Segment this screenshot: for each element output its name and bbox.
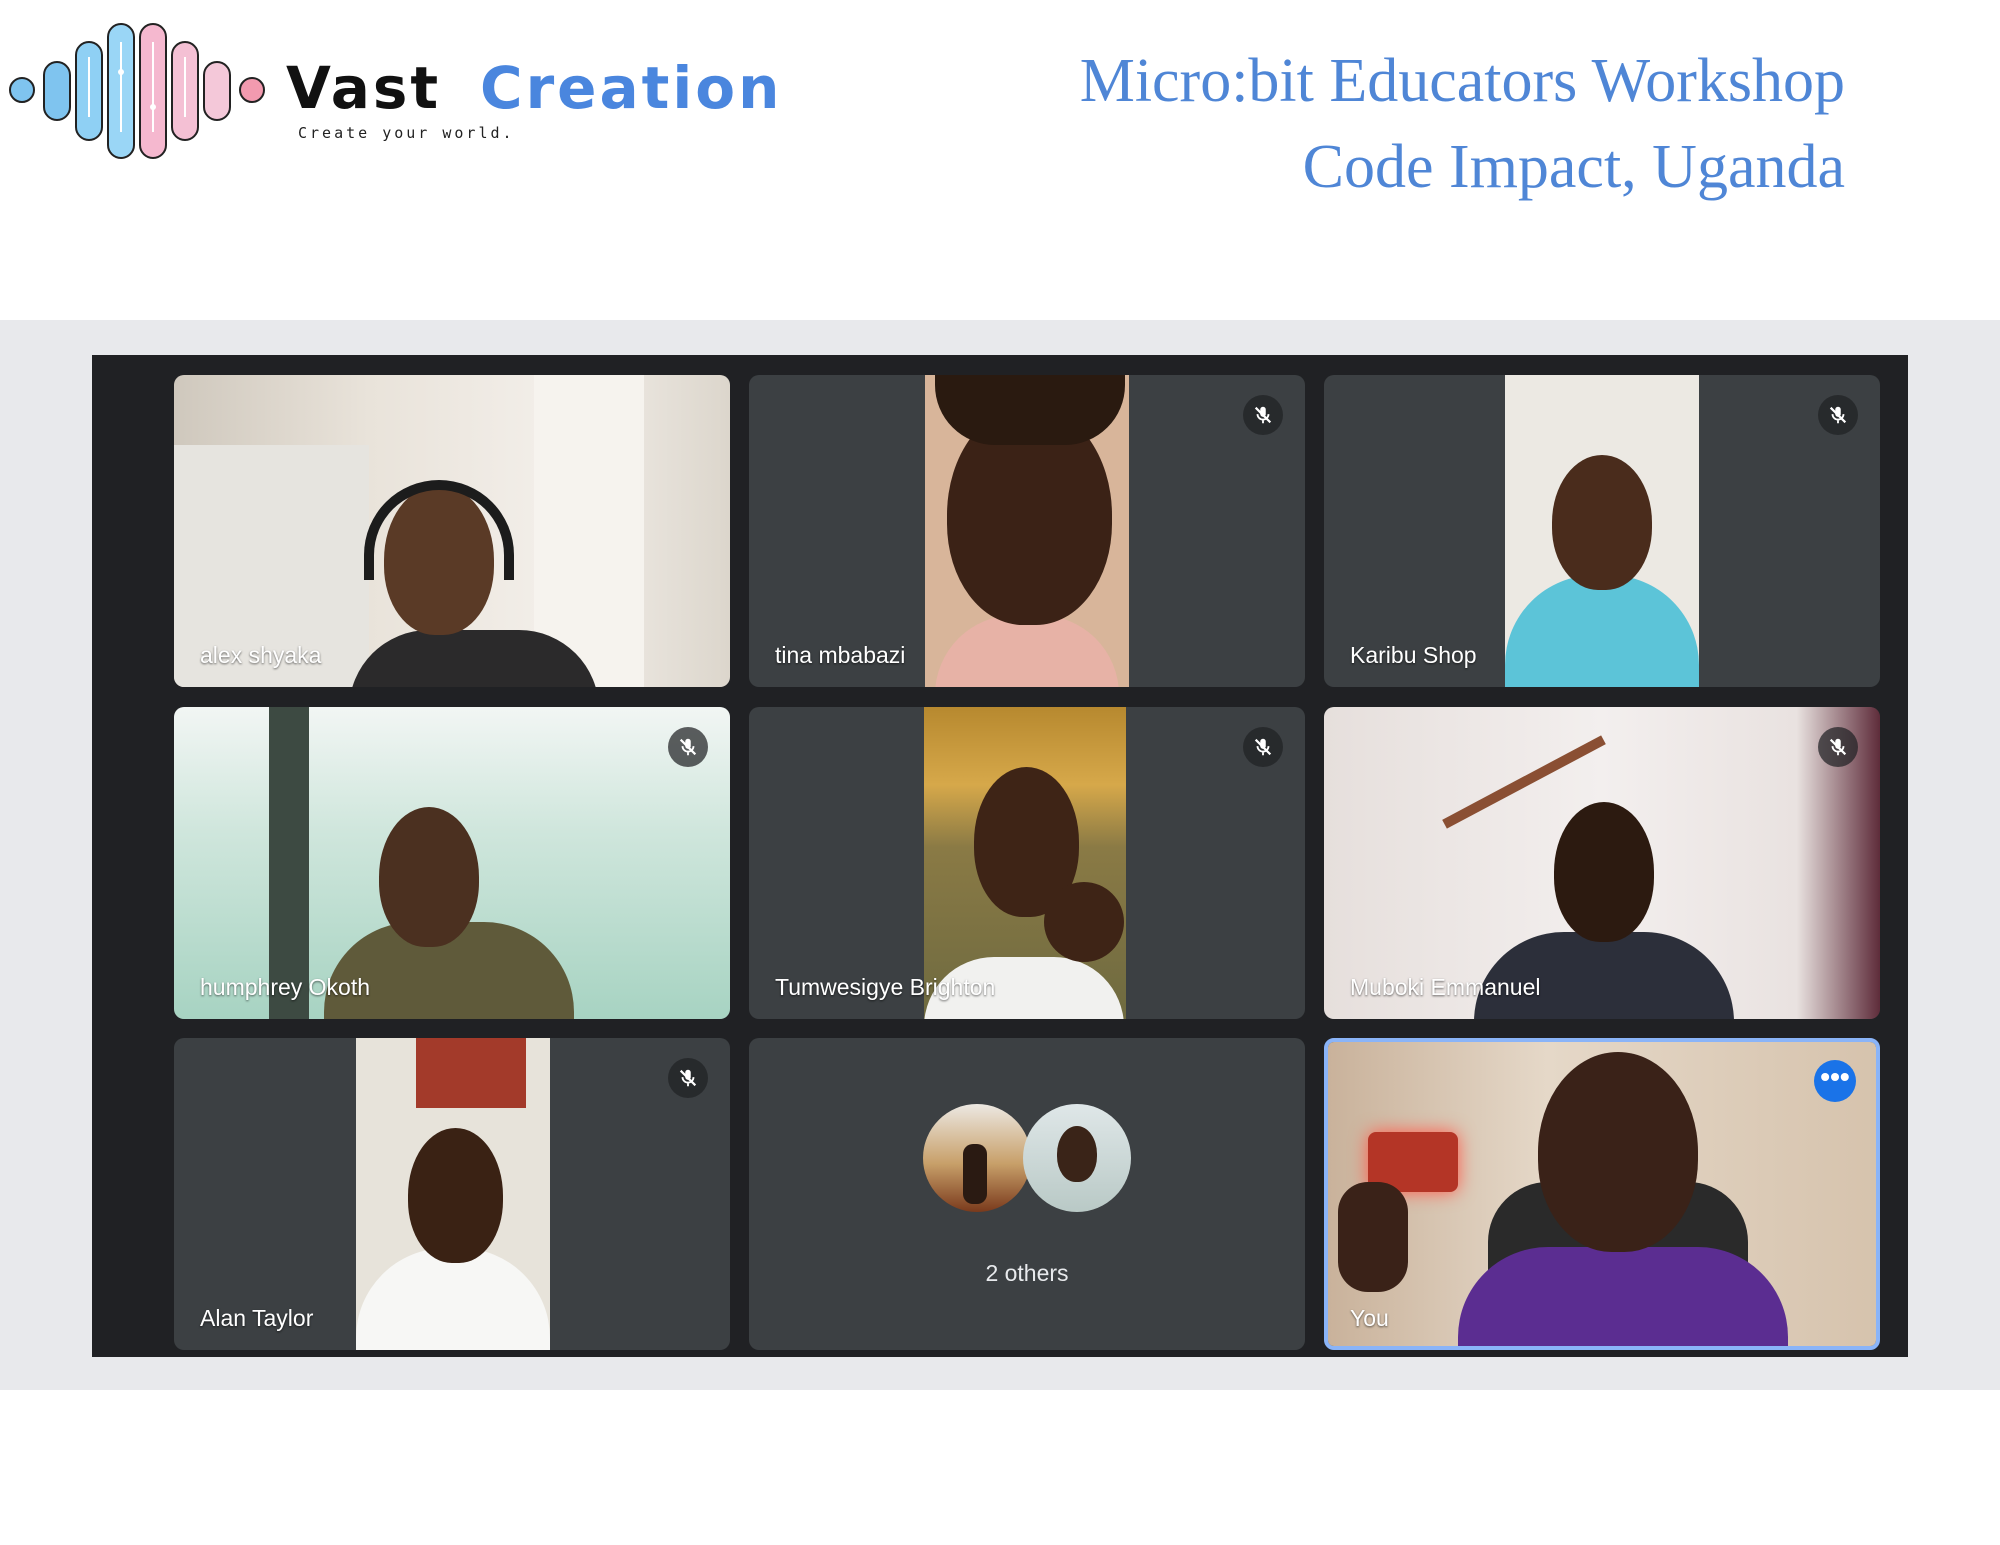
participant-video: [924, 707, 1126, 1019]
title-line-2: Code Impact, Uganda: [1302, 133, 1845, 201]
participant-name: Muboki Emmanuel: [1350, 974, 1541, 1000]
self-video: [1328, 1042, 1876, 1346]
participant-name: humphrey Okoth: [200, 974, 371, 1000]
person-head: [1554, 802, 1654, 942]
participant-name: Alan Taylor: [200, 1305, 314, 1331]
person-torso: [935, 615, 1119, 687]
participant-tile-6[interactable]: Muboki Emmanuel: [1324, 707, 1880, 1019]
mic-off-icon: [1818, 727, 1858, 767]
self-label: You: [1350, 1305, 1389, 1331]
more-options-icon[interactable]: •••: [1814, 1060, 1856, 1102]
person-torso: [1505, 575, 1699, 687]
participant-tile-1[interactable]: alex shyaka: [174, 375, 730, 687]
self-tile[interactable]: You •••: [1324, 1038, 1880, 1350]
other-participant-avatar: [923, 1104, 1031, 1212]
participant-name: alex shyaka: [200, 642, 322, 668]
mic-off-icon: [1243, 395, 1283, 435]
person-torso: [356, 1248, 550, 1350]
participant-video: [174, 707, 730, 1019]
headphones-shape: [364, 480, 514, 580]
avatar-figure: [963, 1144, 987, 1204]
poster-shape: [416, 1038, 526, 1108]
participant-tile-5[interactable]: Tumwesigye Brighton: [749, 707, 1305, 1019]
logo-mark-icon: [9, 23, 265, 159]
person-head: [379, 807, 479, 947]
participant-name: Tumwesigye Brighton: [775, 974, 996, 1000]
person-head: [1552, 455, 1652, 590]
participant-video: [925, 375, 1129, 687]
person-head: [408, 1128, 503, 1263]
pole-shape: [269, 707, 309, 1019]
person-torso: [1458, 1247, 1788, 1346]
others-count-label: 2 others: [985, 1260, 1069, 1286]
meeting-grid: alex shyaka tina mbabazi Karibu Shop hum…: [92, 355, 1908, 1357]
brand-logo: Vast Creation Create your world.: [8, 12, 888, 172]
participant-name: tina mbabazi: [775, 642, 906, 668]
person-hand: [1338, 1182, 1408, 1292]
participant-tile-4[interactable]: humphrey Okoth: [174, 707, 730, 1019]
mic-off-icon: [668, 1058, 708, 1098]
others-tile[interactable]: 2 others: [749, 1038, 1305, 1350]
title-line-1: Micro:bit Educators Workshop: [1079, 47, 1845, 115]
participant-video: [174, 375, 730, 687]
avatar-figure: [1057, 1126, 1097, 1182]
participant-video: [1324, 707, 1880, 1019]
participant-name: Karibu Shop: [1350, 642, 1477, 668]
participant-video: [1505, 375, 1699, 687]
person-hair: [935, 375, 1125, 445]
brand-name-vast: Vast: [286, 54, 442, 122]
brand-name-creation: Creation: [480, 54, 783, 122]
page-title: Micro:bit Educators Workshop Code Impact…: [1080, 38, 1845, 210]
mic-off-icon: [1818, 395, 1858, 435]
participant-tile-3[interactable]: Karibu Shop: [1324, 375, 1880, 687]
person-hand: [1044, 882, 1124, 962]
participant-tile-2[interactable]: tina mbabazi: [749, 375, 1305, 687]
brand-tagline: Create your world.: [298, 124, 515, 142]
other-participant-avatar: [1023, 1104, 1131, 1212]
participant-video: [356, 1038, 550, 1350]
participant-tile-7[interactable]: Alan Taylor: [174, 1038, 730, 1350]
mic-off-icon: [1243, 727, 1283, 767]
mic-off-icon: [668, 727, 708, 767]
person-head: [1538, 1052, 1698, 1252]
